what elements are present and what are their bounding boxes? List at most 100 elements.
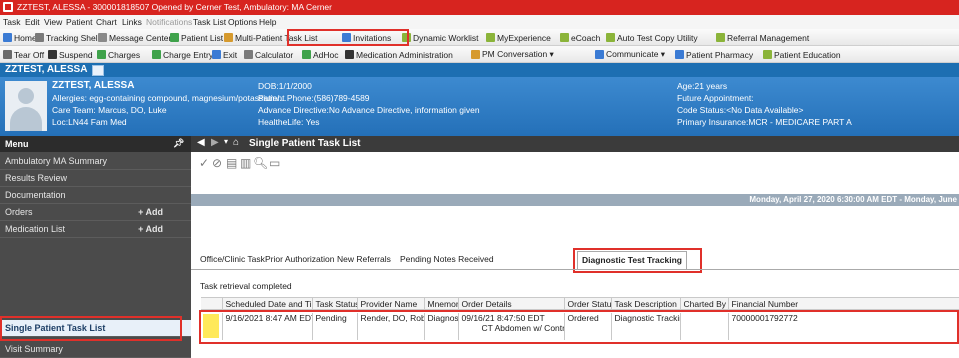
patient-list-icon [170, 33, 179, 42]
toolbar-communicate-button[interactable]: Communicate ▾ [595, 49, 665, 60]
reschedule-icon[interactable]: ▥ [240, 156, 251, 170]
main-toolbar: Home Tracking Shell Message Center Patient … [0, 29, 959, 46]
toolbar-myexperience-button[interactable]: MyExperience [486, 32, 551, 43]
col-scheduled-date[interactable]: Scheduled Date and Time [222, 297, 313, 310]
col-order-status[interactable]: Order Status [564, 297, 612, 310]
toolbar-exit-button[interactable]: Exit [212, 49, 237, 60]
home-icon[interactable]: ⌂ [233, 137, 239, 148]
ecoach-icon [560, 33, 569, 42]
col-task-status[interactable]: Task Status [312, 297, 358, 310]
menu-patient[interactable]: Patient [66, 17, 92, 27]
menu-edit[interactable]: Edit [25, 17, 40, 27]
col-provider-name[interactable]: Provider Name [357, 297, 425, 310]
referral-icon [716, 33, 725, 42]
window-title-bar: ZZTEST, ALESSA - 300001818507 Opened by … [0, 0, 959, 15]
col-order-details[interactable]: Order Details [458, 297, 565, 310]
toolbar-worklist-button[interactable]: Dynamic Worklist [402, 32, 479, 43]
highlight-multi-patient-task-list [287, 29, 409, 46]
col-financial-number[interactable]: Financial Number [728, 297, 959, 310]
toolbar-home-button[interactable]: Home [3, 32, 37, 43]
toolbar-button-label: PM Conversation ▾ [482, 49, 554, 59]
toolbar-tracking-shell-button[interactable]: Tracking Shell [35, 32, 100, 43]
menu-options[interactable]: Options [228, 17, 257, 27]
toolbar-tear-off-button[interactable]: Tear Off [3, 49, 44, 60]
toolbar-adhoc-button[interactable]: AdHoc [302, 49, 339, 60]
toolbar-med-admin-button[interactable]: Medication Administration [345, 49, 453, 60]
patient-healthelife: HealtheLife: Yes [258, 117, 320, 127]
col-task-description[interactable]: Task Description [611, 297, 681, 310]
toolbar-button-label: Communicate ▾ [606, 49, 666, 59]
sidebar-header-label: Menu [5, 139, 29, 149]
forward-icon[interactable]: ▶ [211, 137, 219, 148]
toolbar-pm-conversation-button[interactable]: PM Conversation ▾ [471, 49, 554, 60]
toolbar-referral-button[interactable]: Referral Management [716, 32, 809, 43]
toolbar-patient-list-button[interactable]: Patient List [170, 32, 223, 43]
patient-name: ZZTEST, ALESSA [52, 80, 135, 91]
print-icon[interactable]: ▤ [226, 156, 237, 170]
menu-chart[interactable]: Chart [96, 17, 117, 27]
search-icon[interactable]: 🔍︎ [253, 156, 268, 170]
toolbar-message-center-button[interactable]: Message Center [98, 32, 171, 43]
toolbar-copy-utility-button[interactable]: Auto Test Copy Utility [606, 32, 698, 43]
patient-tab-name[interactable]: ZZTEST, ALESSA [5, 64, 87, 75]
toolbar-button-label: eCoach [571, 32, 601, 43]
retrieval-status: Task retrieval completed [200, 281, 292, 291]
menu-view[interactable]: View [44, 17, 62, 27]
chart-done-icon[interactable]: ✓ [199, 156, 209, 170]
menu-task-list[interactable]: Task List [193, 17, 226, 27]
cancel-icon[interactable]: ⊘ [212, 156, 222, 170]
tab-pending-notes-received[interactable]: Pending Notes Received [396, 251, 498, 269]
tab-prior-authorization[interactable]: Prior Authorization [261, 251, 338, 269]
toolbar-calculator-button[interactable]: Calculator [244, 49, 293, 60]
sidebar-item-medication-list[interactable]: Medication List + Add [0, 221, 191, 238]
patient-tab-toggle-icon[interactable] [92, 65, 104, 76]
window-title: ZZTEST, ALESSA - 300001818507 Opened by … [17, 2, 332, 12]
tab-new-referrals[interactable]: New Referrals [333, 251, 395, 269]
content-toolbar: ✓ ⊘ ▤ ▥ 🔍︎ ▭ [191, 152, 959, 174]
tab-office-clinic-task[interactable]: Office/Clinic Task [196, 251, 269, 269]
sidebar-header: Menu 📌︎ [0, 136, 191, 152]
calculator-icon [244, 50, 253, 59]
toolbar-pharmacy-button[interactable]: Patient Pharmacy [675, 49, 753, 60]
toolbar-button-label: Tear Off [14, 49, 45, 60]
col-mnemonic[interactable]: Mnemonic [424, 297, 459, 310]
sidebar-item-results-review[interactable]: Results Review [0, 170, 191, 187]
back-icon[interactable]: ◀ [197, 137, 205, 148]
menu-help[interactable]: Help [259, 17, 276, 27]
toolbar-suspend-button[interactable]: Suspend [48, 49, 93, 60]
toolbar-ecoach-button[interactable]: eCoach [560, 32, 600, 43]
patient-location: Loc:LN44 Fam Med [52, 117, 127, 127]
sidebar-item-documentation[interactable]: Documentation [0, 187, 191, 204]
patient-tab-bar: ZZTEST, ALESSA [0, 63, 959, 77]
toolbar-button-label: Calculator [255, 49, 294, 60]
toolbar-charges-button[interactable]: Charges [97, 49, 140, 60]
charge-entry-icon [152, 50, 161, 59]
highlight-task-row [199, 310, 959, 344]
patient-care-team: Care Team: Marcus, DO, Luke [52, 105, 167, 115]
patient-advance-directive: Advance Directive:No Advance Directive, … [258, 105, 480, 115]
page-title: Single Patient Task List [249, 138, 361, 149]
orders-add-button[interactable]: + Add [138, 207, 163, 217]
toolbar-button-label: Exit [223, 49, 238, 60]
copy-utility-icon [606, 33, 615, 42]
sidebar-item-orders[interactable]: Orders + Add [0, 204, 191, 221]
toolbar-education-button[interactable]: Patient Education [763, 49, 841, 60]
comment-icon[interactable]: ▭ [269, 156, 280, 170]
patient-age: Age:21 years [677, 81, 728, 91]
exit-icon [212, 50, 221, 59]
sidebar-item-visit-summary[interactable]: Visit Summary [0, 341, 191, 358]
menu-links[interactable]: Links [122, 17, 142, 27]
medication-add-button[interactable]: + Add [138, 224, 163, 234]
menu-task[interactable]: Task [3, 17, 20, 27]
menu-notifications[interactable]: Notifications [146, 17, 192, 27]
patient-allergies[interactable]: Allergies: egg-containing compound, magn… [52, 93, 286, 103]
patient-code-status: Code Status:<No Data Available> [677, 105, 804, 115]
history-dropdown-icon[interactable]: ▾ [224, 137, 228, 146]
sidebar-item-ambulatory-ma-summary[interactable]: Ambulatory MA Summary [0, 153, 191, 170]
patient-phone: Patient Phone:(586)789-4589 [258, 93, 370, 103]
pin-icon[interactable]: 📌︎ [173, 138, 184, 149]
toolbar-charge-entry-button[interactable]: Charge Entry [152, 49, 213, 60]
toolbar-button-label: Home [14, 32, 37, 43]
col-charted-by[interactable]: Charted By [680, 297, 729, 310]
